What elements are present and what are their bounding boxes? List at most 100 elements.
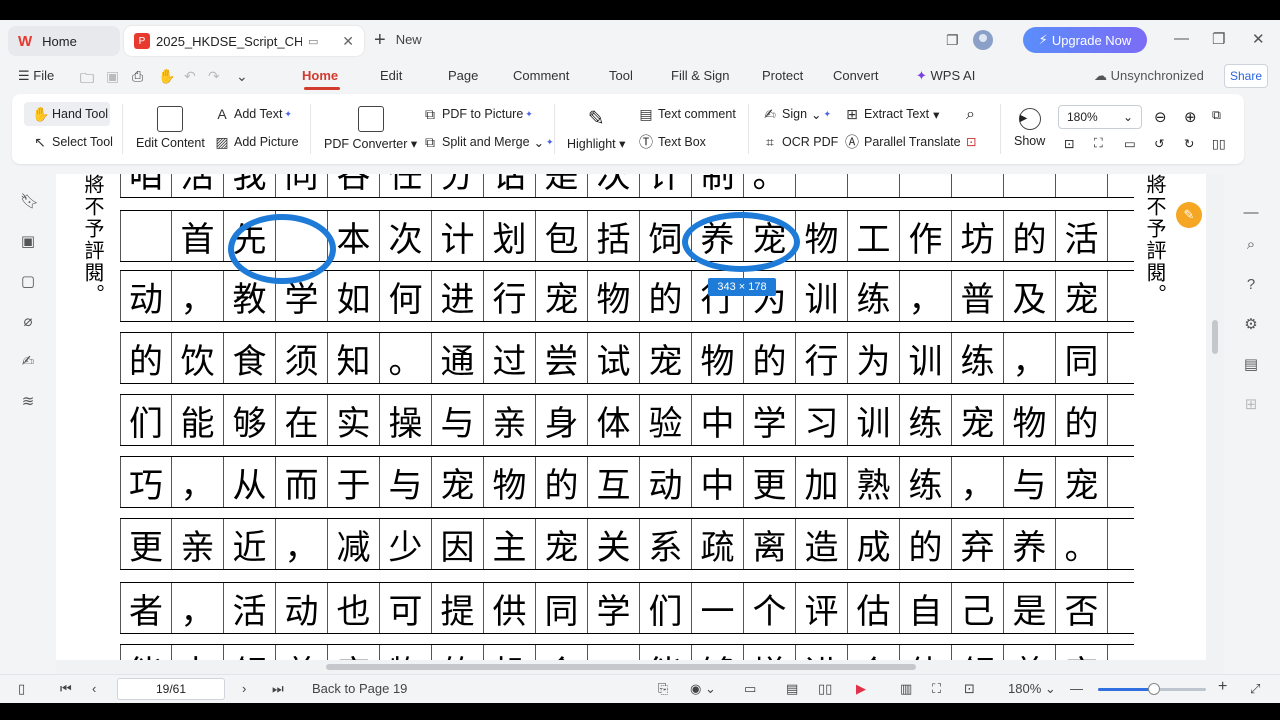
play-slideshow-icon[interactable]: ▶ — [856, 681, 866, 697]
fit-window-icon[interactable]: ⤢ — [1250, 681, 1260, 697]
text-comment-button[interactable]: ▤ Text comment — [638, 106, 735, 122]
close-window-icon[interactable]: ✕ — [1252, 30, 1265, 48]
avatar[interactable] — [972, 30, 993, 50]
rotate-right-icon[interactable]: ↻ — [1184, 136, 1194, 151]
last-page-icon[interactable]: ⏭ — [272, 681, 284, 697]
menu-wps-ai[interactable]: ✦ WPS AI — [916, 68, 975, 84]
edit-content-button[interactable]: Edit Content — [136, 106, 205, 150]
comment-icon[interactable]: ▢ — [20, 274, 36, 290]
eye-icon[interactable]: ◉ ⌄ — [690, 681, 716, 697]
collapse-icon[interactable]: — — [1242, 204, 1260, 222]
hand-quick-icon[interactable]: ✋ — [158, 68, 175, 85]
show-button[interactable]: ▶ Show — [1014, 108, 1045, 148]
menu-page[interactable]: Page — [448, 68, 478, 83]
zoom-slider[interactable] — [1098, 683, 1206, 695]
bookmark-icon[interactable]: 🔖︎ — [20, 194, 39, 210]
menu-protect[interactable]: Protect — [762, 68, 803, 83]
fit-page-icon[interactable]: ⛶ — [1094, 136, 1103, 151]
split-merge-button[interactable]: ⧉ Split and Merge ⌄ ✦ — [422, 134, 554, 150]
fullscreen-icon[interactable]: ⛶ — [932, 681, 941, 697]
zoom-in-icon[interactable]: + — [1218, 678, 1227, 696]
read-mode-icon[interactable]: ▥ — [900, 681, 912, 697]
layers-icon[interactable]: ≋ — [20, 394, 36, 410]
vertical-scroll-thumb[interactable] — [1212, 320, 1218, 354]
reading-icon[interactable]: ▤ — [1242, 356, 1260, 374]
minimize-icon[interactable]: — — [1174, 30, 1189, 47]
add-text-button[interactable]: A Add Text ✦ — [214, 106, 292, 122]
select-tool-button[interactable]: ↖ Select Tool — [32, 134, 113, 150]
screen-ocr-icon[interactable]: ⊡ — [966, 134, 976, 149]
new-tab-button[interactable]: + New — [374, 30, 422, 50]
back-to-page-link[interactable]: Back to Page 19 — [312, 681, 407, 696]
next-page-icon[interactable]: › — [242, 681, 246, 696]
annotation-circle[interactable] — [682, 212, 800, 272]
menu-comment[interactable]: Comment — [513, 68, 569, 83]
redo-icon[interactable]: ↷ — [208, 68, 220, 85]
signature-icon[interactable]: ✍ — [20, 354, 36, 370]
highlight-button[interactable]: ✎ Highlight ▾ — [567, 106, 625, 151]
horizontal-scroll-thumb[interactable] — [326, 664, 916, 670]
zoom-in-icon[interactable]: ⊕ — [1184, 108, 1197, 126]
sync-status[interactable]: ☁ Unsynchronized — [1094, 68, 1204, 84]
search-icon[interactable]: ⌕ — [966, 106, 975, 124]
settings-sliders-icon[interactable]: ⚙ — [1242, 316, 1260, 334]
sync-label: Unsynchronized — [1110, 68, 1204, 83]
continuous-icon[interactable]: ▤ — [786, 681, 798, 697]
menu-tool[interactable]: Tool — [609, 68, 633, 83]
zoom-slider-knob[interactable] — [1148, 683, 1161, 695]
tab-document[interactable]: P 2025_HKDSE_Script_CHI_L5 ▭ ✕ — [124, 26, 364, 56]
thumbnail-icon[interactable]: ▣ — [20, 234, 36, 250]
zoom-select[interactable]: 180% ⌄ — [1058, 105, 1142, 129]
horizontal-scrollbar[interactable] — [56, 660, 1224, 674]
restore-icon[interactable]: ❐ — [1212, 30, 1225, 48]
add-picture-button[interactable]: ▨ Add Picture — [214, 134, 298, 150]
sidebar-toggle-icon[interactable]: ▯ — [18, 681, 25, 697]
file-menu[interactable]: ☰ File — [18, 68, 54, 84]
parallel-translate-button[interactable]: Ⓐ Parallel Translate — [844, 134, 961, 150]
print-icon[interactable]: ⎙ — [132, 68, 143, 85]
vertical-scrollbar[interactable] — [1206, 174, 1224, 660]
annotation-circle[interactable] — [228, 214, 336, 284]
apps-icon[interactable]: ⊞ — [1242, 396, 1260, 414]
upgrade-now-button[interactable]: ⚡ Upgrade Now — [1023, 27, 1147, 53]
close-tab-icon[interactable]: ✕ — [342, 33, 354, 50]
export-icon[interactable]: ⎘ — [658, 681, 668, 697]
chevron-down-icon[interactable]: ⌄ — [236, 68, 248, 85]
save-icon[interactable]: ▣ — [106, 68, 119, 85]
tab-home[interactable]: W Home — [8, 26, 120, 56]
document-viewport[interactable]: 將不予評閱。 將不予評閱。 咱活我同谷任分诂是次计制。首先本次计划包括饲养宠物工… — [56, 174, 1224, 660]
actual-size-icon[interactable]: ⊡ — [1064, 136, 1074, 151]
menu-edit[interactable]: Edit — [380, 68, 402, 83]
double-page-icon[interactable]: ▯▯ — [818, 681, 832, 697]
single-page-icon[interactable]: ▭ — [744, 681, 756, 697]
open-icon[interactable]: 🗀 — [80, 68, 94, 92]
sign-button[interactable]: ✍ Sign ⌄ ✦ — [762, 106, 831, 122]
menu-fill-sign[interactable]: Fill & Sign — [671, 68, 730, 83]
undo-icon[interactable]: ↶ — [184, 68, 196, 85]
rotate-left-icon[interactable]: ↺ — [1154, 136, 1164, 151]
pdf-to-picture-button[interactable]: ⧉ PDF to Picture ✦ — [422, 106, 533, 122]
edit-pencil-button[interactable]: ✎ — [1176, 202, 1202, 228]
help-icon[interactable]: ? — [1242, 276, 1260, 294]
share-button[interactable]: Share — [1224, 64, 1268, 88]
hand-tool-button[interactable]: ✋ Hand Tool — [32, 106, 108, 122]
text-box-button[interactable]: Ⓣ Text Box — [638, 134, 706, 150]
two-page-icon[interactable]: ▯▯ — [1212, 136, 1226, 151]
first-page-icon[interactable]: ⏮ — [60, 681, 72, 697]
ocr-pdf-button[interactable]: ⌗ OCR PDF — [762, 134, 838, 150]
zoom-out-icon[interactable]: — — [1070, 681, 1083, 696]
page-number-input[interactable]: 19/61 — [117, 678, 225, 700]
zoom-out-icon[interactable]: ⊖ — [1154, 108, 1167, 126]
status-zoom[interactable]: 180% ⌄ — [1008, 681, 1056, 697]
menu-home[interactable]: Home — [302, 68, 338, 83]
search-icon[interactable]: ⌕ — [1242, 236, 1260, 254]
prev-page-icon[interactable]: ‹ — [92, 681, 96, 696]
pdf-converter-button[interactable]: PDF Converter ▾ — [324, 106, 417, 151]
window-mode-icon[interactable]: ❐ — [946, 32, 959, 49]
attachment-icon[interactable]: ⌀ — [20, 314, 36, 330]
menu-convert[interactable]: Convert — [833, 68, 879, 83]
compare-icon[interactable]: ⧉ — [1212, 108, 1221, 123]
extract-text-button[interactable]: ⊞ Extract Text ▾ — [844, 106, 939, 122]
fit-icon[interactable]: ⊡ — [964, 681, 975, 697]
fit-width-icon[interactable]: ▭ — [1124, 136, 1136, 151]
